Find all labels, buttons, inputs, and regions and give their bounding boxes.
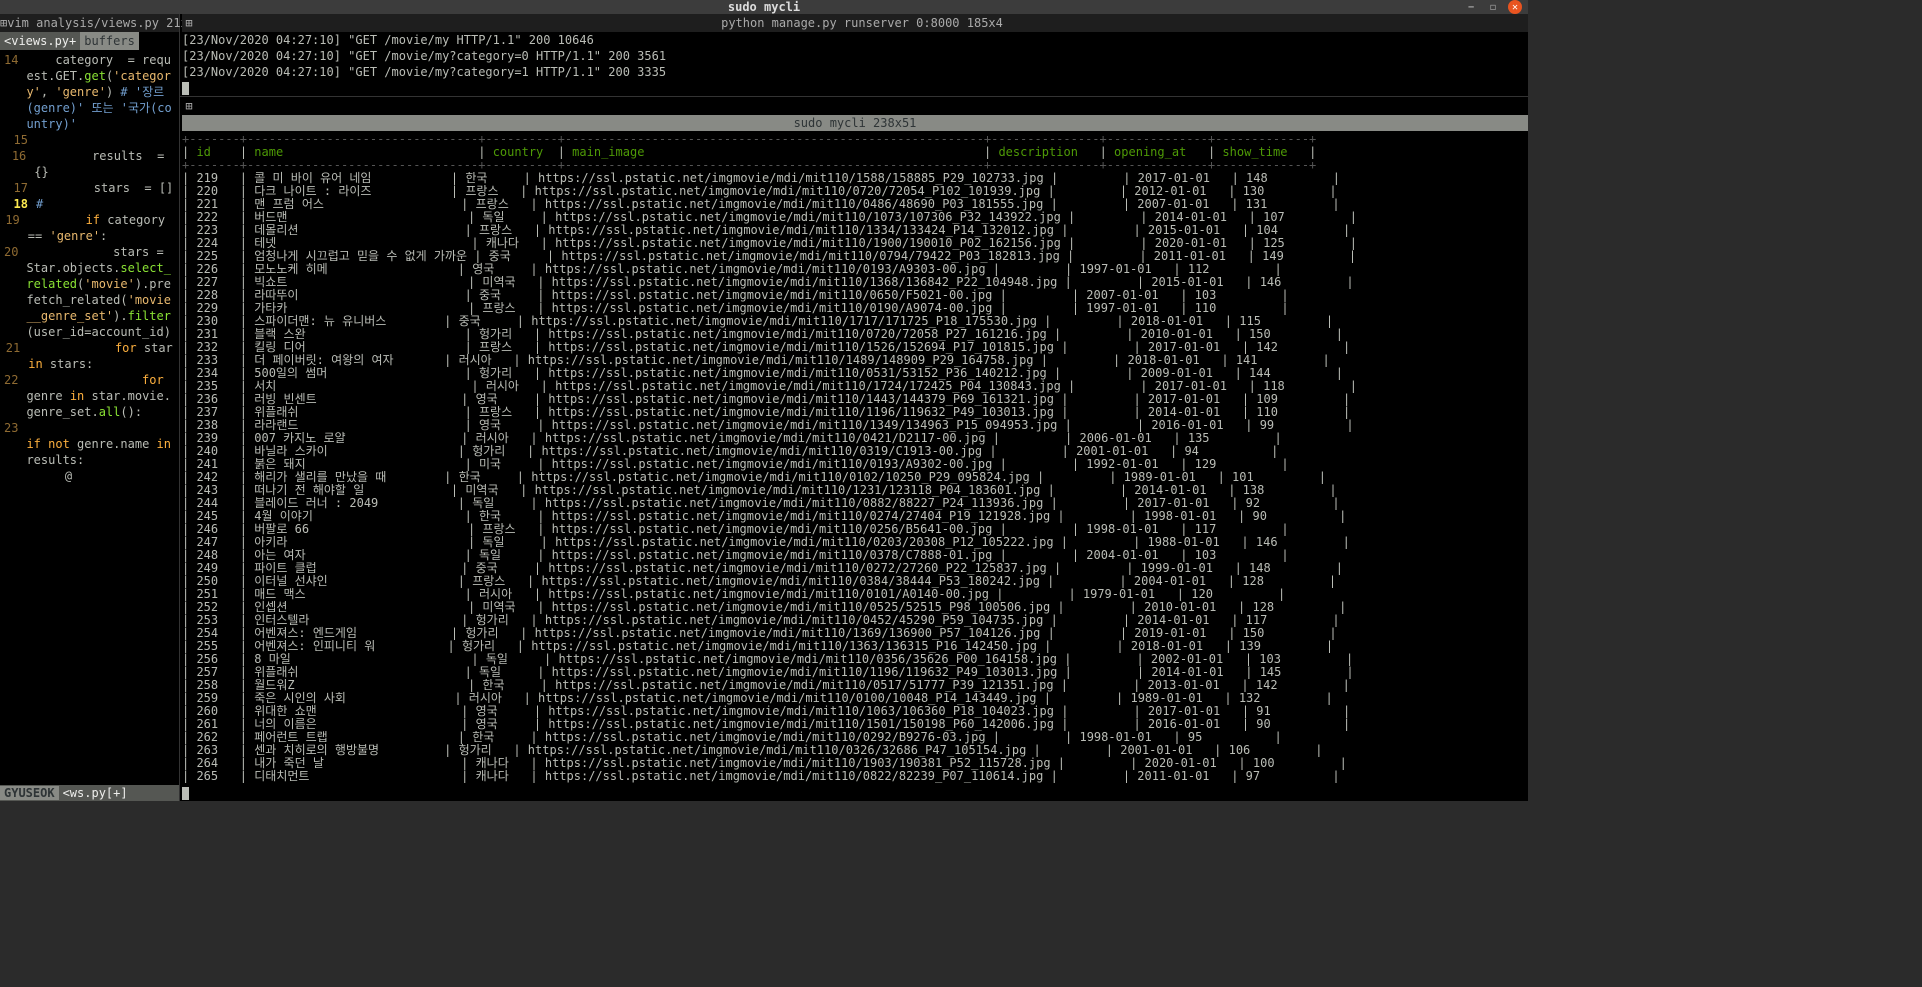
code-line[interactable]: 16 results = {} [4, 148, 175, 180]
code-line[interactable]: 14 category = request.GET.get('category'… [4, 52, 175, 132]
tmux-pane-title-left: ⊞ vim analysis/views.py 21x42 [0, 14, 179, 32]
window-title: sudo mycli [728, 0, 800, 14]
window-controls: − ◻ ✕ [1464, 0, 1522, 14]
server-log: [23/Nov/2020 04:27:10] "GET /movie/my HT… [182, 32, 1528, 80]
tab-buffers[interactable]: buffers [80, 32, 139, 50]
vim-buffer-tabs: <views.py+ buffers [0, 32, 179, 50]
right-panes: ⊞ python manage.py runserver 0:8000 185x… [180, 14, 1528, 801]
tab-views-py[interactable]: <views.py+ [0, 32, 80, 50]
code-area[interactable]: 14 category = request.GET.get('category'… [0, 50, 179, 785]
mycli-pane-title: sudo mycli 238x51 [182, 115, 1528, 131]
tmux-content: ⊞ vim analysis/views.py 21x42 <views.py+… [0, 14, 1528, 801]
vim-mode: GYUSEOK [0, 786, 59, 800]
code-line[interactable]: 18# [4, 196, 175, 212]
log-line: [23/Nov/2020 04:27:10] "GET /movie/my?ca… [182, 64, 1528, 80]
vim-pane[interactable]: ⊞ vim analysis/views.py 21x42 <views.py+… [0, 14, 180, 801]
code-line[interactable]: @ [4, 468, 175, 484]
vim-current-file: <ws.py[+] [59, 786, 132, 800]
tmux-pane-title-top: ⊞ python manage.py runserver 0:8000 185x… [182, 14, 1528, 32]
code-line[interactable]: 21 for star in stars: [4, 340, 175, 372]
minimize-icon[interactable]: − [1464, 0, 1478, 14]
pane-icon: ⊞ [182, 16, 196, 30]
terminal-window: sudo mycli − ◻ ✕ ⊞ vim analysis/views.py… [0, 0, 1528, 784]
prompt-cursor [182, 80, 1528, 96]
close-icon[interactable]: ✕ [1508, 0, 1522, 14]
runserver-pane[interactable]: ⊞ python manage.py runserver 0:8000 185x… [180, 14, 1528, 97]
db-output: +-------+-------------------------------… [182, 131, 1528, 785]
window-titlebar[interactable]: sudo mycli − ◻ ✕ [0, 0, 1528, 14]
code-line[interactable]: 23 if not genre.name in results: [4, 420, 175, 468]
code-line[interactable]: 20 stars = Star.objects.select_related('… [4, 244, 175, 340]
maximize-icon[interactable]: ◻ [1486, 0, 1500, 14]
log-line: [23/Nov/2020 04:27:10] "GET /movie/my?ca… [182, 48, 1528, 64]
pane-icon: ⊞ [182, 99, 196, 113]
prompt-cursor [182, 785, 1528, 801]
log-line: [23/Nov/2020 04:27:10] "GET /movie/my HT… [182, 32, 1528, 48]
mycli-pane[interactable]: ⊞ sudo mycli 238x51 +-------+-----------… [180, 97, 1528, 801]
vim-statusbar: GYUSEOK <ws.py[+] [0, 785, 179, 801]
code-line[interactable]: 15 [4, 132, 175, 148]
pane-icon: ⊞ [0, 16, 7, 30]
code-line[interactable]: 19 if category == 'genre': [4, 212, 175, 244]
tmux-pane-indicator: ⊞ [182, 97, 1528, 115]
code-line[interactable]: 22 for genre in star.movie.genre_set.all… [4, 372, 175, 420]
code-line[interactable]: 17 stars = [] [4, 180, 175, 196]
